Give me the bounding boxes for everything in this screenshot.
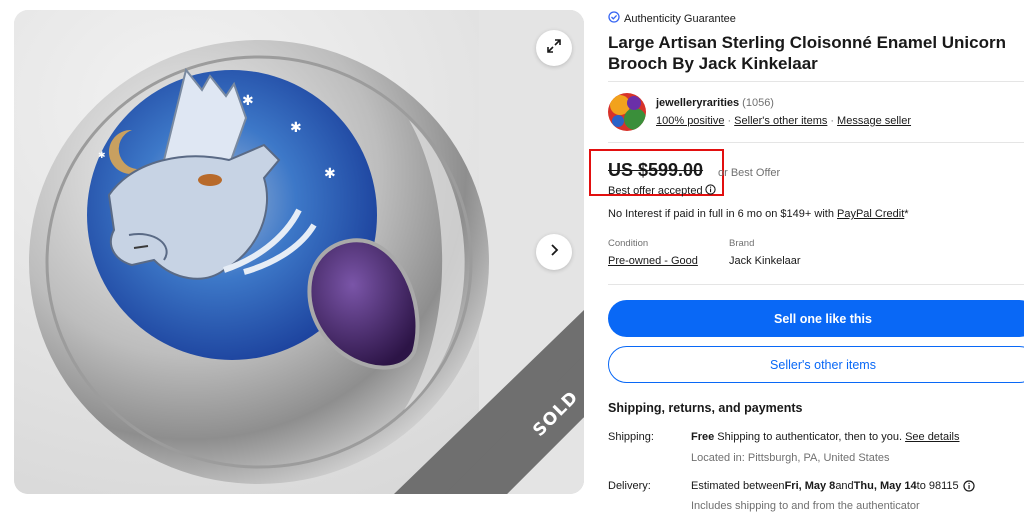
- condition-value[interactable]: Pre-owned - Good: [608, 255, 698, 267]
- shipping-label: Shipping:: [608, 431, 654, 443]
- brand-value: Jack Kinkelaar: [729, 255, 801, 267]
- chevron-right-icon: [547, 243, 561, 262]
- delivery-and: and: [835, 480, 854, 492]
- info-icon[interactable]: [963, 480, 975, 492]
- message-seller-link[interactable]: Message seller: [837, 115, 911, 127]
- item-location: Located in: Pittsburgh, PA, United State…: [691, 452, 890, 464]
- svg-text:✱: ✱: [290, 120, 302, 136]
- delivery-row: Delivery: Estimated between Fri, May 8 a…: [608, 480, 1024, 494]
- paypal-credit-link[interactable]: PayPal Credit: [837, 208, 904, 220]
- shipping-row: Shipping: Free Shipping to authenticator…: [608, 431, 1024, 445]
- sell-one-like-this-button[interactable]: Sell one like this: [608, 300, 1024, 337]
- seller-avatar[interactable]: [608, 93, 646, 131]
- offer-status: Best offer accepted: [608, 185, 703, 197]
- check-badge-icon: [608, 11, 620, 26]
- delivery-zip: to 98115: [916, 480, 959, 492]
- condition-label: Condition: [608, 238, 649, 249]
- info-icon[interactable]: [704, 184, 716, 198]
- delivery-end: Thu, May 14: [853, 480, 917, 492]
- delivery-label: Delivery:: [608, 480, 651, 492]
- brand-label: Brand: [729, 238, 755, 249]
- divider: [608, 284, 1024, 285]
- shipping-text: Shipping to authenticator, then to you.: [714, 431, 906, 443]
- svg-text:✱: ✱: [242, 93, 254, 109]
- product-photo[interactable]: ✱ ✱ ✱ ✱: [14, 10, 584, 494]
- delivery-start: Fri, May 8: [784, 480, 836, 492]
- divider: [608, 142, 1024, 143]
- shipping-free: Free: [691, 431, 715, 443]
- delivery-prefix: Estimated between: [691, 480, 785, 492]
- divider: [608, 81, 1024, 82]
- svg-text:✱: ✱: [324, 166, 336, 182]
- svg-text:✱: ✱: [98, 151, 106, 161]
- seller-name[interactable]: jewelleryrarities: [656, 97, 739, 109]
- best-offer-label: or Best Offer: [718, 167, 781, 179]
- expand-button[interactable]: [536, 30, 572, 66]
- separator-dot: ·: [830, 115, 835, 127]
- listing-details: Authenticity Guarantee Large Artisan Ste…: [589, 0, 1024, 512]
- seller-feedback-count: (1056): [742, 97, 774, 109]
- financing-text: No Interest if paid in full in 6 mo on $…: [608, 208, 837, 220]
- authenticity-guarantee[interactable]: Authenticity Guarantee: [608, 11, 736, 26]
- condition-spec: Condition Pre-owned - Good: [608, 238, 698, 267]
- delivery-note-row: Includes shipping to and from the authen…: [608, 500, 1024, 512]
- offer-accepted: Best offer accepted: [608, 184, 716, 198]
- seller-other-items-link[interactable]: Seller's other items: [734, 115, 827, 127]
- location-row: Located in: Pittsburgh, PA, United State…: [608, 452, 1024, 466]
- seller-positive-link[interactable]: 100% positive: [656, 115, 725, 127]
- delivery-note: Includes shipping to and from the authen…: [691, 500, 920, 512]
- price: US $599.00: [608, 160, 704, 180]
- see-details-link[interactable]: See details: [905, 431, 959, 443]
- separator-dot: ·: [727, 115, 732, 127]
- shipping-heading: Shipping, returns, and payments: [608, 401, 803, 415]
- authenticity-label: Authenticity Guarantee: [624, 12, 736, 25]
- brand-spec: Brand Jack Kinkelaar: [729, 238, 801, 267]
- next-image-button[interactable]: [536, 234, 572, 270]
- image-gallery[interactable]: ✱ ✱ ✱ ✱ SOLD: [14, 10, 584, 494]
- sellers-other-items-button[interactable]: Seller's other items: [608, 346, 1024, 383]
- financing-suffix: *: [904, 208, 909, 220]
- seller-card: jewelleryrarities (1056) 100% positive · Se…: [608, 93, 911, 131]
- expand-icon: [546, 38, 562, 59]
- financing-info: No Interest if paid in full in 6 mo on $…: [608, 208, 909, 220]
- listing-title: Large Artisan Sterling Cloisonné Enamel …: [608, 33, 1006, 73]
